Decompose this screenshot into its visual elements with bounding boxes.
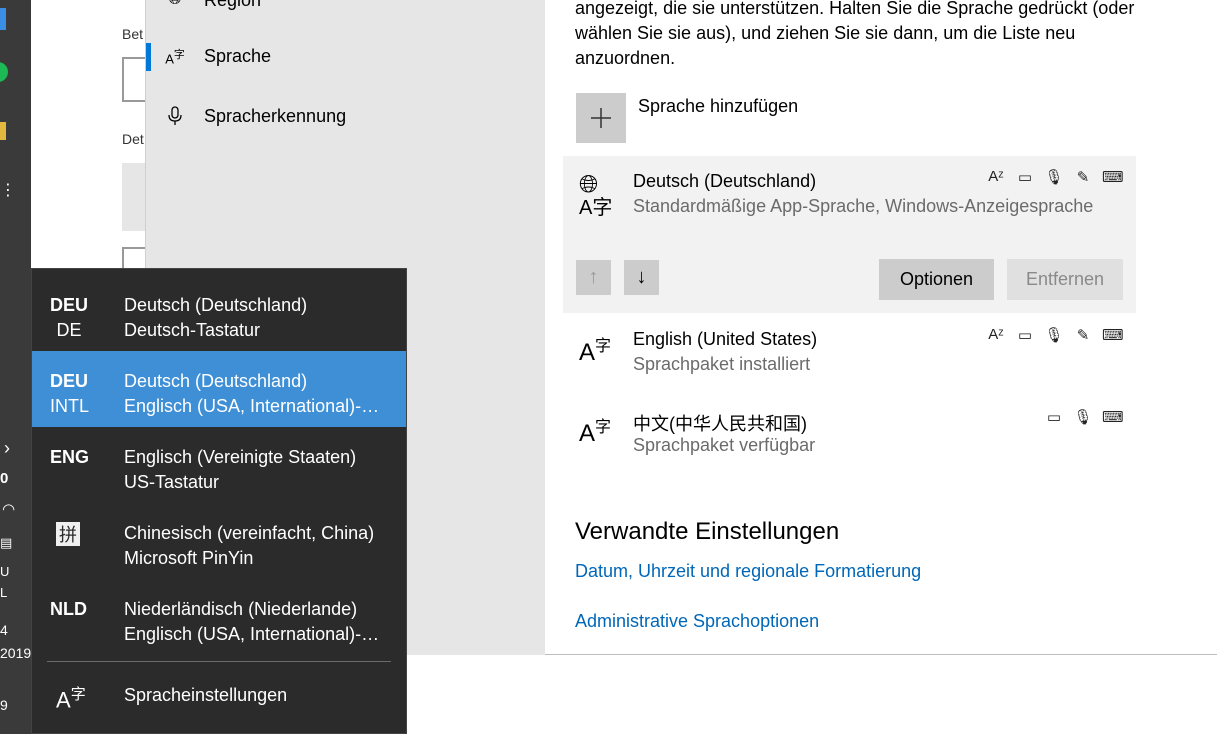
input-method-eng[interactable]: ENG Englisch (Vereinigte Staaten) US-Tas…: [32, 427, 406, 503]
folder-icon[interactable]: [0, 122, 6, 140]
language-name: Deutsch (Deutschland): [633, 171, 817, 191]
notification-icon[interactable]: ▤: [0, 535, 12, 551]
display-language-icon: Aᶻ: [988, 326, 1004, 343]
language-name: English (United States): [633, 329, 818, 349]
language-status: Sprachpaket installiert: [633, 354, 811, 374]
input-method-nld[interactable]: NLD Niederländisch (Niederlande) Englisc…: [32, 579, 406, 655]
language-display-icon: 🌐︎ A字: [579, 171, 613, 220]
language-icon: A字: [165, 48, 185, 67]
nav-item-spracherkennung[interactable]: Spracherkennung: [146, 92, 546, 140]
language-status: Standardmäßige App-Sprache, Windows-Anze…: [633, 196, 1094, 216]
input-sub-abbr: DE: [56, 320, 82, 340]
input-layout-name: Englisch (USA, International)-Tastatur: [124, 624, 386, 644]
add-language-label[interactable]: Sprache hinzufügen: [638, 96, 798, 117]
input-layout-name: US-Tastatur: [124, 472, 220, 492]
taskbar-text: L: [0, 585, 8, 600]
date-text: 2019: [0, 645, 32, 661]
language-settings-icon: A字: [56, 686, 86, 713]
text-to-speech-icon: ▭: [1017, 327, 1033, 344]
options-button[interactable]: Optionen: [879, 259, 994, 300]
move-up-button[interactable]: ↑: [576, 260, 611, 295]
input-layout-name: Englisch (USA, International)-Tastatur: [124, 396, 386, 416]
nav-item-label: Region: [204, 0, 261, 11]
microphone-icon: 🎙︎: [1073, 409, 1093, 426]
language-features: ▭ 🎙︎ ⌨: [1044, 408, 1124, 426]
language-features: Aᶻ ▭ 🎙︎ ✎ ⌨: [986, 168, 1124, 186]
background-label: Bet: [122, 26, 144, 42]
add-language-button[interactable]: [576, 93, 626, 143]
admin-language-options-link[interactable]: Administrative Sprachoptionen: [575, 611, 819, 632]
input-layout-name: Deutsch-Tastatur: [124, 320, 261, 340]
input-language-name: Englisch (Vereinigte Staaten): [124, 447, 357, 467]
input-language-name: Niederländisch (Niederlande): [124, 599, 358, 619]
remove-button[interactable]: Entfernen: [1007, 259, 1123, 300]
input-language-name: Deutsch (Deutschland): [124, 371, 308, 391]
taskbar-text: 0: [0, 470, 9, 487]
spotify-icon[interactable]: [0, 62, 8, 82]
wifi-icon[interactable]: ◠: [2, 500, 15, 518]
language-name: 中文(中华人民共和国): [633, 414, 807, 434]
chevron-right-icon[interactable]: ›: [4, 438, 10, 459]
keyboard-icon: ⌨: [1102, 409, 1124, 426]
input-method-deu-de[interactable]: DEU DE Deutsch (Deutschland) Deutsch-Tas…: [32, 275, 406, 351]
date-time-format-link[interactable]: Datum, Uhrzeit und regionale Formatierun…: [575, 561, 921, 582]
nav-item-sprache[interactable]: A字 Sprache: [146, 32, 546, 80]
input-layout-name: Microsoft PinYin: [124, 548, 254, 568]
arrow-up-icon: ↑: [588, 266, 599, 288]
taskbar-app-icon[interactable]: [0, 8, 6, 30]
language-item-english[interactable]: A字 English (United States) Sprachpaket i…: [563, 314, 1136, 392]
language-settings-link[interactable]: Spracheinstellungen: [124, 685, 287, 706]
input-sub-abbr: INTL: [50, 396, 90, 416]
language-item-deutsch[interactable]: 🌐︎ A字 Deutsch (Deutschland) Standardmäßig…: [563, 156, 1136, 313]
keyboard-icon: ⌨: [1102, 169, 1124, 186]
input-method-pinyin[interactable]: Chinesisch (vereinfacht, China) Microsof…: [32, 503, 406, 579]
input-method-deu-intl[interactable]: DEU INTL Deutsch (Deutschland) Englisch …: [32, 351, 406, 427]
more-icon[interactable]: ⋮: [0, 180, 16, 200]
taskbar-text: U: [0, 564, 10, 579]
handwriting-icon: ✎: [1076, 327, 1090, 344]
text-to-speech-icon: ▭: [1046, 409, 1062, 426]
text-to-speech-icon: ▭: [1017, 169, 1033, 186]
nav-item-region[interactable]: 🌐︎ Region: [146, 0, 546, 24]
clock-text: 4: [0, 622, 8, 638]
flyout-divider: [47, 661, 391, 662]
input-abbr: NLD: [50, 599, 87, 619]
plus-icon: [591, 108, 611, 128]
taskbar-text: 9: [0, 697, 8, 713]
language-icon: A字: [579, 338, 612, 366]
input-abbr: DEU: [50, 295, 89, 315]
language-item-chinese[interactable]: A字 中文(中华人民共和国) Sprachpaket verfügbar ▭ 🎙…: [563, 395, 1136, 473]
background-label: Det: [122, 131, 144, 147]
language-list-description: angezeigt, die sie unterstützen. Halten …: [575, 0, 1135, 68]
language-icon: A字: [579, 419, 612, 447]
nav-item-label: Sprache: [204, 45, 272, 66]
input-language-name: Chinesisch (vereinfacht, China): [124, 523, 375, 543]
input-language-name: Deutsch (Deutschland): [124, 295, 308, 315]
input-abbr: ENG: [50, 447, 90, 467]
related-settings-title: Verwandte Einstellungen: [575, 518, 840, 545]
microphone-icon: 🎙︎: [1044, 327, 1064, 344]
language-status: Sprachpaket verfügbar: [633, 435, 816, 455]
microphone-icon: [146, 106, 204, 126]
microphone-icon: 🎙︎: [1044, 169, 1064, 186]
move-down-button[interactable]: ↓: [624, 260, 659, 295]
nav-item-label: Spracherkennung: [204, 105, 347, 126]
display-language-icon: Aᶻ: [988, 168, 1004, 185]
pinyin-icon: 拼: [56, 522, 80, 546]
handwriting-icon: ✎: [1076, 169, 1090, 186]
input-language-flyout: DEU DE Deutsch (Deutschland) Deutsch-Tas…: [31, 268, 407, 734]
taskbar: ⋮ › 0 ◠ ▤ U L 4 2019 9: [0, 0, 31, 734]
language-features: Aᶻ ▭ 🎙︎ ✎ ⌨: [986, 326, 1124, 344]
globe-icon: 🌐︎: [146, 0, 204, 9]
keyboard-icon: ⌨: [1102, 327, 1124, 344]
input-abbr: DEU: [50, 371, 89, 391]
arrow-down-icon: ↓: [636, 266, 647, 288]
language-settings-content: angezeigt, die sie unterstützen. Halten …: [545, 0, 1217, 655]
